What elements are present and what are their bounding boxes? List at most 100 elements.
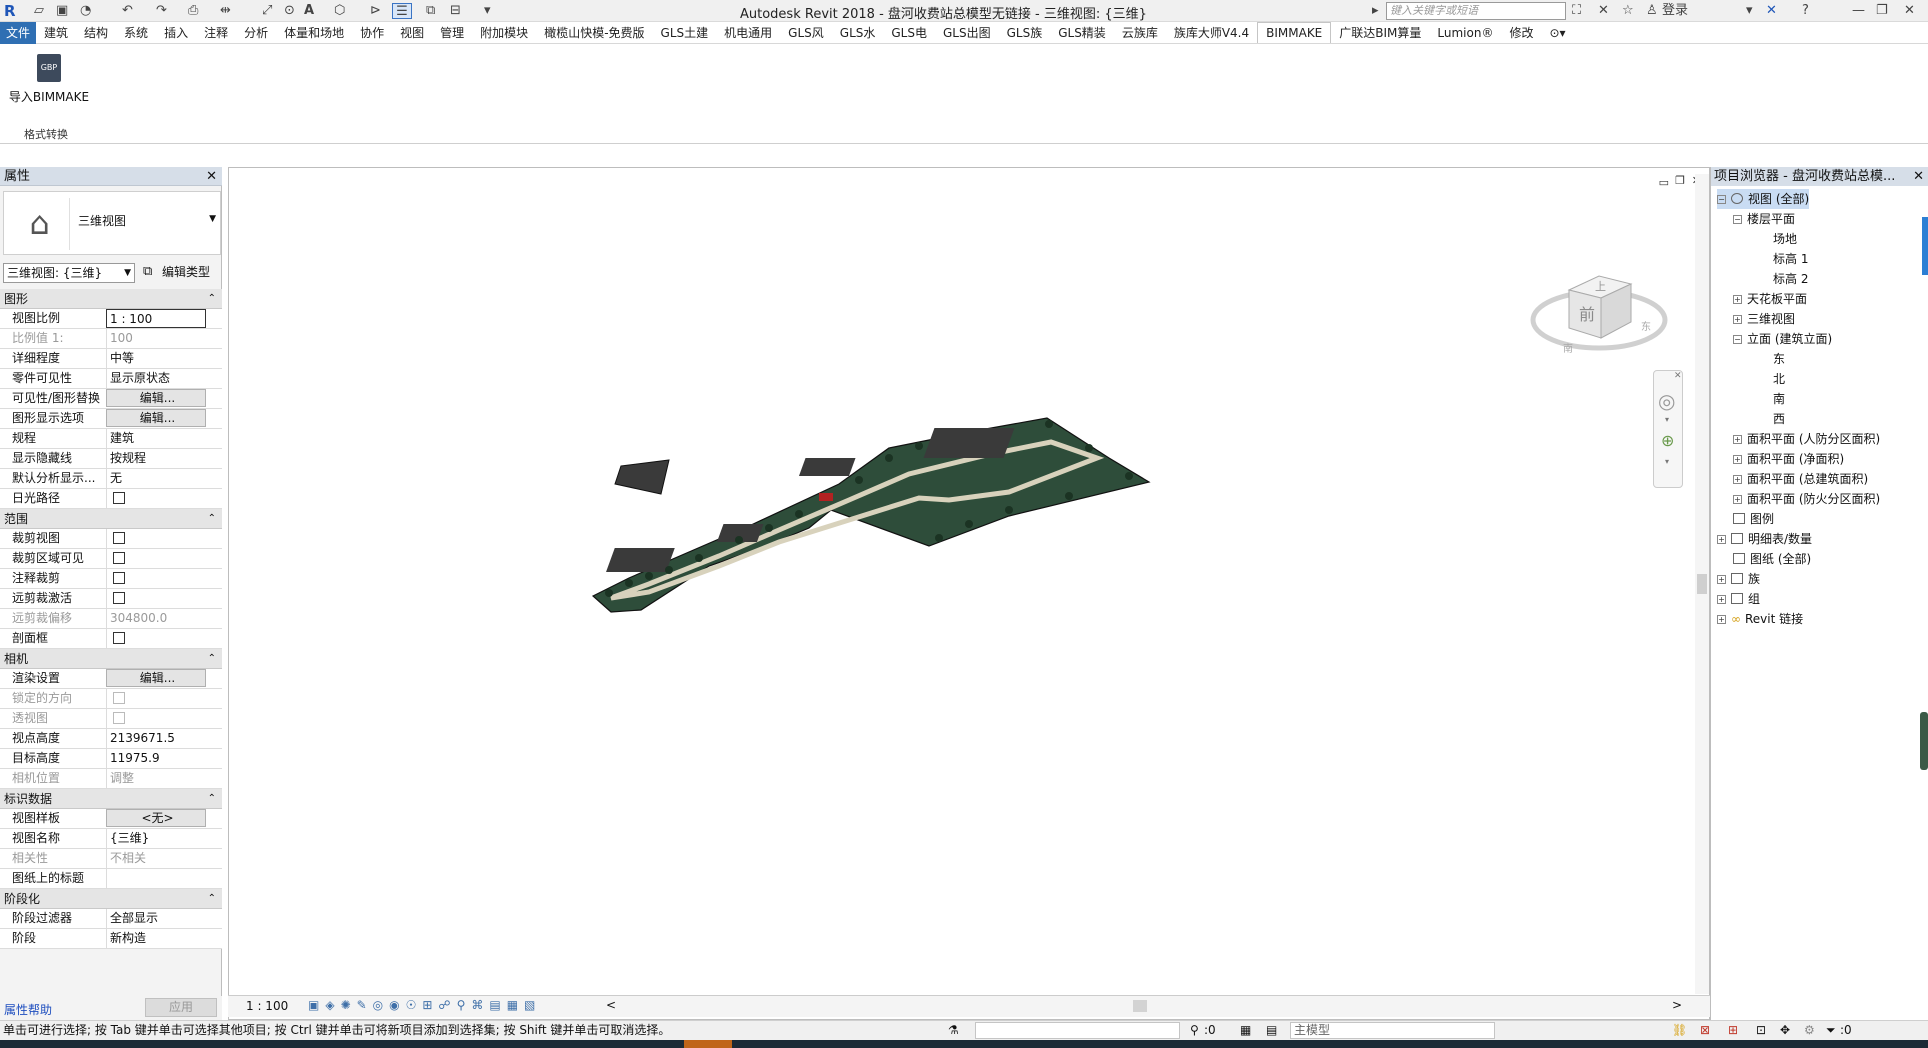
tree-north[interactable]: 北 bbox=[1773, 369, 1785, 389]
minimize-icon[interactable]: — bbox=[1852, 3, 1865, 19]
main-model-dropdown[interactable]: 主模型 bbox=[1290, 1022, 1495, 1039]
tab-gls-drawing[interactable]: GLS出图 bbox=[935, 22, 999, 44]
tab-addins[interactable]: 附加模块 bbox=[472, 22, 536, 44]
chevron-down-icon[interactable]: ▾ bbox=[1665, 415, 1669, 424]
tab-gls-civil[interactable]: GLS土建 bbox=[653, 22, 717, 44]
prop-view-name[interactable]: 视图名称 {三维} bbox=[0, 829, 222, 849]
tab-insert[interactable]: 插入 bbox=[156, 22, 196, 44]
filter-icon[interactable]: ⏷ bbox=[1826, 1021, 1836, 1040]
tab-architecture[interactable]: 建筑 bbox=[36, 22, 76, 44]
prop-hidden-lines[interactable]: 显示隐藏线 按规程 bbox=[0, 449, 222, 469]
tree-site[interactable]: 场地 bbox=[1773, 229, 1797, 249]
close-browser-icon[interactable]: ✕ bbox=[1913, 167, 1924, 186]
view-scale-control[interactable]: 1 : 100 bbox=[246, 999, 288, 1013]
tab-analyze[interactable]: 分析 bbox=[236, 22, 276, 44]
drawing-canvas[interactable]: ▭ ❐ ✕ 上 前 东 南 ✕ ◎ ▾ ⊕ ▾ bbox=[228, 167, 1710, 1020]
tree-schedules[interactable]: + 明细表/数量 bbox=[1717, 529, 1812, 549]
prop-discipline[interactable]: 规程 建筑 bbox=[0, 429, 222, 449]
section-extents[interactable]: 范围 ⌃ bbox=[0, 509, 222, 529]
search-input[interactable]: 键入关键字或短语 bbox=[1386, 2, 1566, 20]
close-icon[interactable]: ✕ bbox=[1904, 3, 1915, 19]
select-underlay-icon[interactable]: ⊠ bbox=[1700, 1021, 1710, 1040]
tree-groups[interactable]: + 组 bbox=[1717, 589, 1760, 609]
prop-title-on-sheet[interactable]: 图纸上的标题 bbox=[0, 869, 222, 889]
undo-icon[interactable]: ↶ bbox=[122, 3, 133, 19]
site-model-3d[interactable] bbox=[589, 388, 1189, 648]
tree-ceiling-plans[interactable]: + 天花板平面 bbox=[1733, 289, 1807, 309]
chevron-down-icon[interactable]: ▾ bbox=[1665, 457, 1669, 466]
tree-revit-links[interactable]: + ∞ Revit 链接 bbox=[1717, 609, 1803, 629]
prop-analysis-display[interactable]: 默认分析显示... 无 bbox=[0, 469, 222, 489]
section-icon[interactable]: ⊳ bbox=[370, 3, 381, 19]
workset-icon[interactable]: ⚗ bbox=[948, 1021, 959, 1040]
restore-icon[interactable]: ❐ bbox=[1876, 3, 1888, 19]
scroll-left-icon[interactable]: < bbox=[606, 998, 616, 1012]
crop-visible-checkbox[interactable] bbox=[113, 552, 125, 564]
prop-parts-visibility[interactable]: 零件可见性 显示原状态 bbox=[0, 369, 222, 389]
section-identity[interactable]: 标识数据 ⌃ bbox=[0, 789, 222, 809]
tab-collaborate[interactable]: 协作 bbox=[352, 22, 392, 44]
vertical-scroll-thumb[interactable] bbox=[1697, 574, 1707, 594]
import-bimmake-button[interactable]: GBP 导入BIMMAKE bbox=[4, 54, 94, 116]
tree-level1[interactable]: 标高 1 bbox=[1773, 249, 1808, 269]
tree-legends[interactable]: 图例 bbox=[1733, 509, 1774, 529]
apply-button[interactable]: 应用 bbox=[145, 998, 217, 1017]
search-arrow-icon[interactable]: ▸ bbox=[1372, 3, 1379, 19]
annotation-crop-checkbox[interactable] bbox=[113, 572, 125, 584]
zoom-icon[interactable]: ⊕ bbox=[1661, 431, 1674, 450]
browser-scroll-indicator[interactable] bbox=[1922, 217, 1928, 275]
tab-gls-water[interactable]: GLS水 bbox=[832, 22, 884, 44]
tree-views-all[interactable]: − 视图 (全部) bbox=[1717, 189, 1810, 209]
section-graphics[interactable]: 图形 ⌃ bbox=[0, 289, 222, 309]
redo-icon[interactable]: ↷ bbox=[156, 3, 167, 19]
section-box-checkbox[interactable] bbox=[113, 632, 125, 644]
prop-target-elevation[interactable]: 目标高度 11975.9 bbox=[0, 749, 222, 769]
tree-elevations[interactable]: − 立面 (建筑立面) bbox=[1733, 329, 1832, 349]
tree-south[interactable]: 南 bbox=[1773, 389, 1785, 409]
customize-qat-icon[interactable]: ▾ bbox=[484, 3, 491, 19]
tree-area-net[interactable]: + 面积平面 (净面积) bbox=[1733, 449, 1844, 469]
type-selector[interactable]: ⌂ 三维视图 ▼ bbox=[3, 191, 221, 255]
browser-side-handle[interactable] bbox=[1920, 712, 1928, 770]
tree-3d-views[interactable]: + 三维视图 bbox=[1733, 309, 1795, 329]
tree-sheets[interactable]: 图纸 (全部) bbox=[1733, 549, 1811, 569]
tab-mep-common[interactable]: 机电通用 bbox=[716, 22, 780, 44]
view-template-button[interactable]: <无> bbox=[106, 809, 206, 827]
open-icon[interactable]: ▱ bbox=[34, 3, 44, 19]
vertical-scrollbar[interactable] bbox=[1695, 174, 1709, 994]
drag-elements-icon[interactable]: ✥ bbox=[1780, 1021, 1790, 1040]
graphic-display-edit-button[interactable]: 编辑... bbox=[106, 409, 206, 427]
prop-view-scale[interactable]: 视图比例 1 : 100 bbox=[0, 309, 222, 329]
tab-massing-site[interactable]: 体量和场地 bbox=[276, 22, 352, 44]
tab-modify[interactable]: 修改 bbox=[1501, 22, 1541, 44]
tab-gls-hvac[interactable]: GLS风 bbox=[780, 22, 832, 44]
exclude-options-icon[interactable]: ▤ bbox=[1266, 1021, 1277, 1040]
tree-level2[interactable]: 标高 2 bbox=[1773, 269, 1808, 289]
prop-eye-elevation[interactable]: 视点高度 2139671.5 bbox=[0, 729, 222, 749]
tree-west[interactable]: 西 bbox=[1773, 409, 1785, 429]
tab-structure[interactable]: 结构 bbox=[76, 22, 116, 44]
tab-annotate[interactable]: 注释 bbox=[196, 22, 236, 44]
viewcube[interactable]: 上 前 东 南 bbox=[1529, 250, 1669, 360]
select-pinned-icon[interactable]: ⊞ bbox=[1728, 1021, 1738, 1040]
tab-gls-finish[interactable]: GLS精装 bbox=[1050, 22, 1114, 44]
exchange-apps-icon[interactable]: ✕ bbox=[1766, 3, 1777, 19]
sun-path-checkbox[interactable] bbox=[113, 492, 125, 504]
favorites-star-icon[interactable]: ☆ bbox=[1622, 3, 1634, 19]
chevron-down-icon[interactable]: ▼ bbox=[209, 214, 216, 224]
prop-phase[interactable]: 阶段 新构造 bbox=[0, 929, 222, 949]
tab-manage[interactable]: 管理 bbox=[432, 22, 472, 44]
tab-ganlanshan[interactable]: 橄榄山快模-免费版 bbox=[536, 22, 652, 44]
scroll-right-icon[interactable]: > bbox=[1672, 998, 1682, 1012]
tab-cloud-family[interactable]: 云族库 bbox=[1114, 22, 1166, 44]
tag-icon[interactable]: ⊙ bbox=[284, 3, 295, 19]
tab-glodon-bim[interactable]: 广联达BIM算量 bbox=[1331, 22, 1429, 44]
instance-filter-dropdown[interactable]: 三维视图: {三维} ▼ bbox=[3, 263, 135, 283]
tab-lumion[interactable]: Lumion® bbox=[1429, 22, 1501, 44]
aligned-dimension-icon[interactable]: ⤢ bbox=[262, 3, 272, 19]
3d-view-icon[interactable]: ⬡ bbox=[334, 3, 345, 19]
save-icon[interactable]: ▣ bbox=[56, 3, 68, 19]
view-control-icons[interactable]: ▣◈✺✎◎◉☉⊞☍⚲⌘▤▦▧ bbox=[308, 998, 541, 1012]
select-links-icon[interactable]: ⛓ bbox=[1672, 1021, 1687, 1040]
crop-view-checkbox[interactable] bbox=[113, 532, 125, 544]
